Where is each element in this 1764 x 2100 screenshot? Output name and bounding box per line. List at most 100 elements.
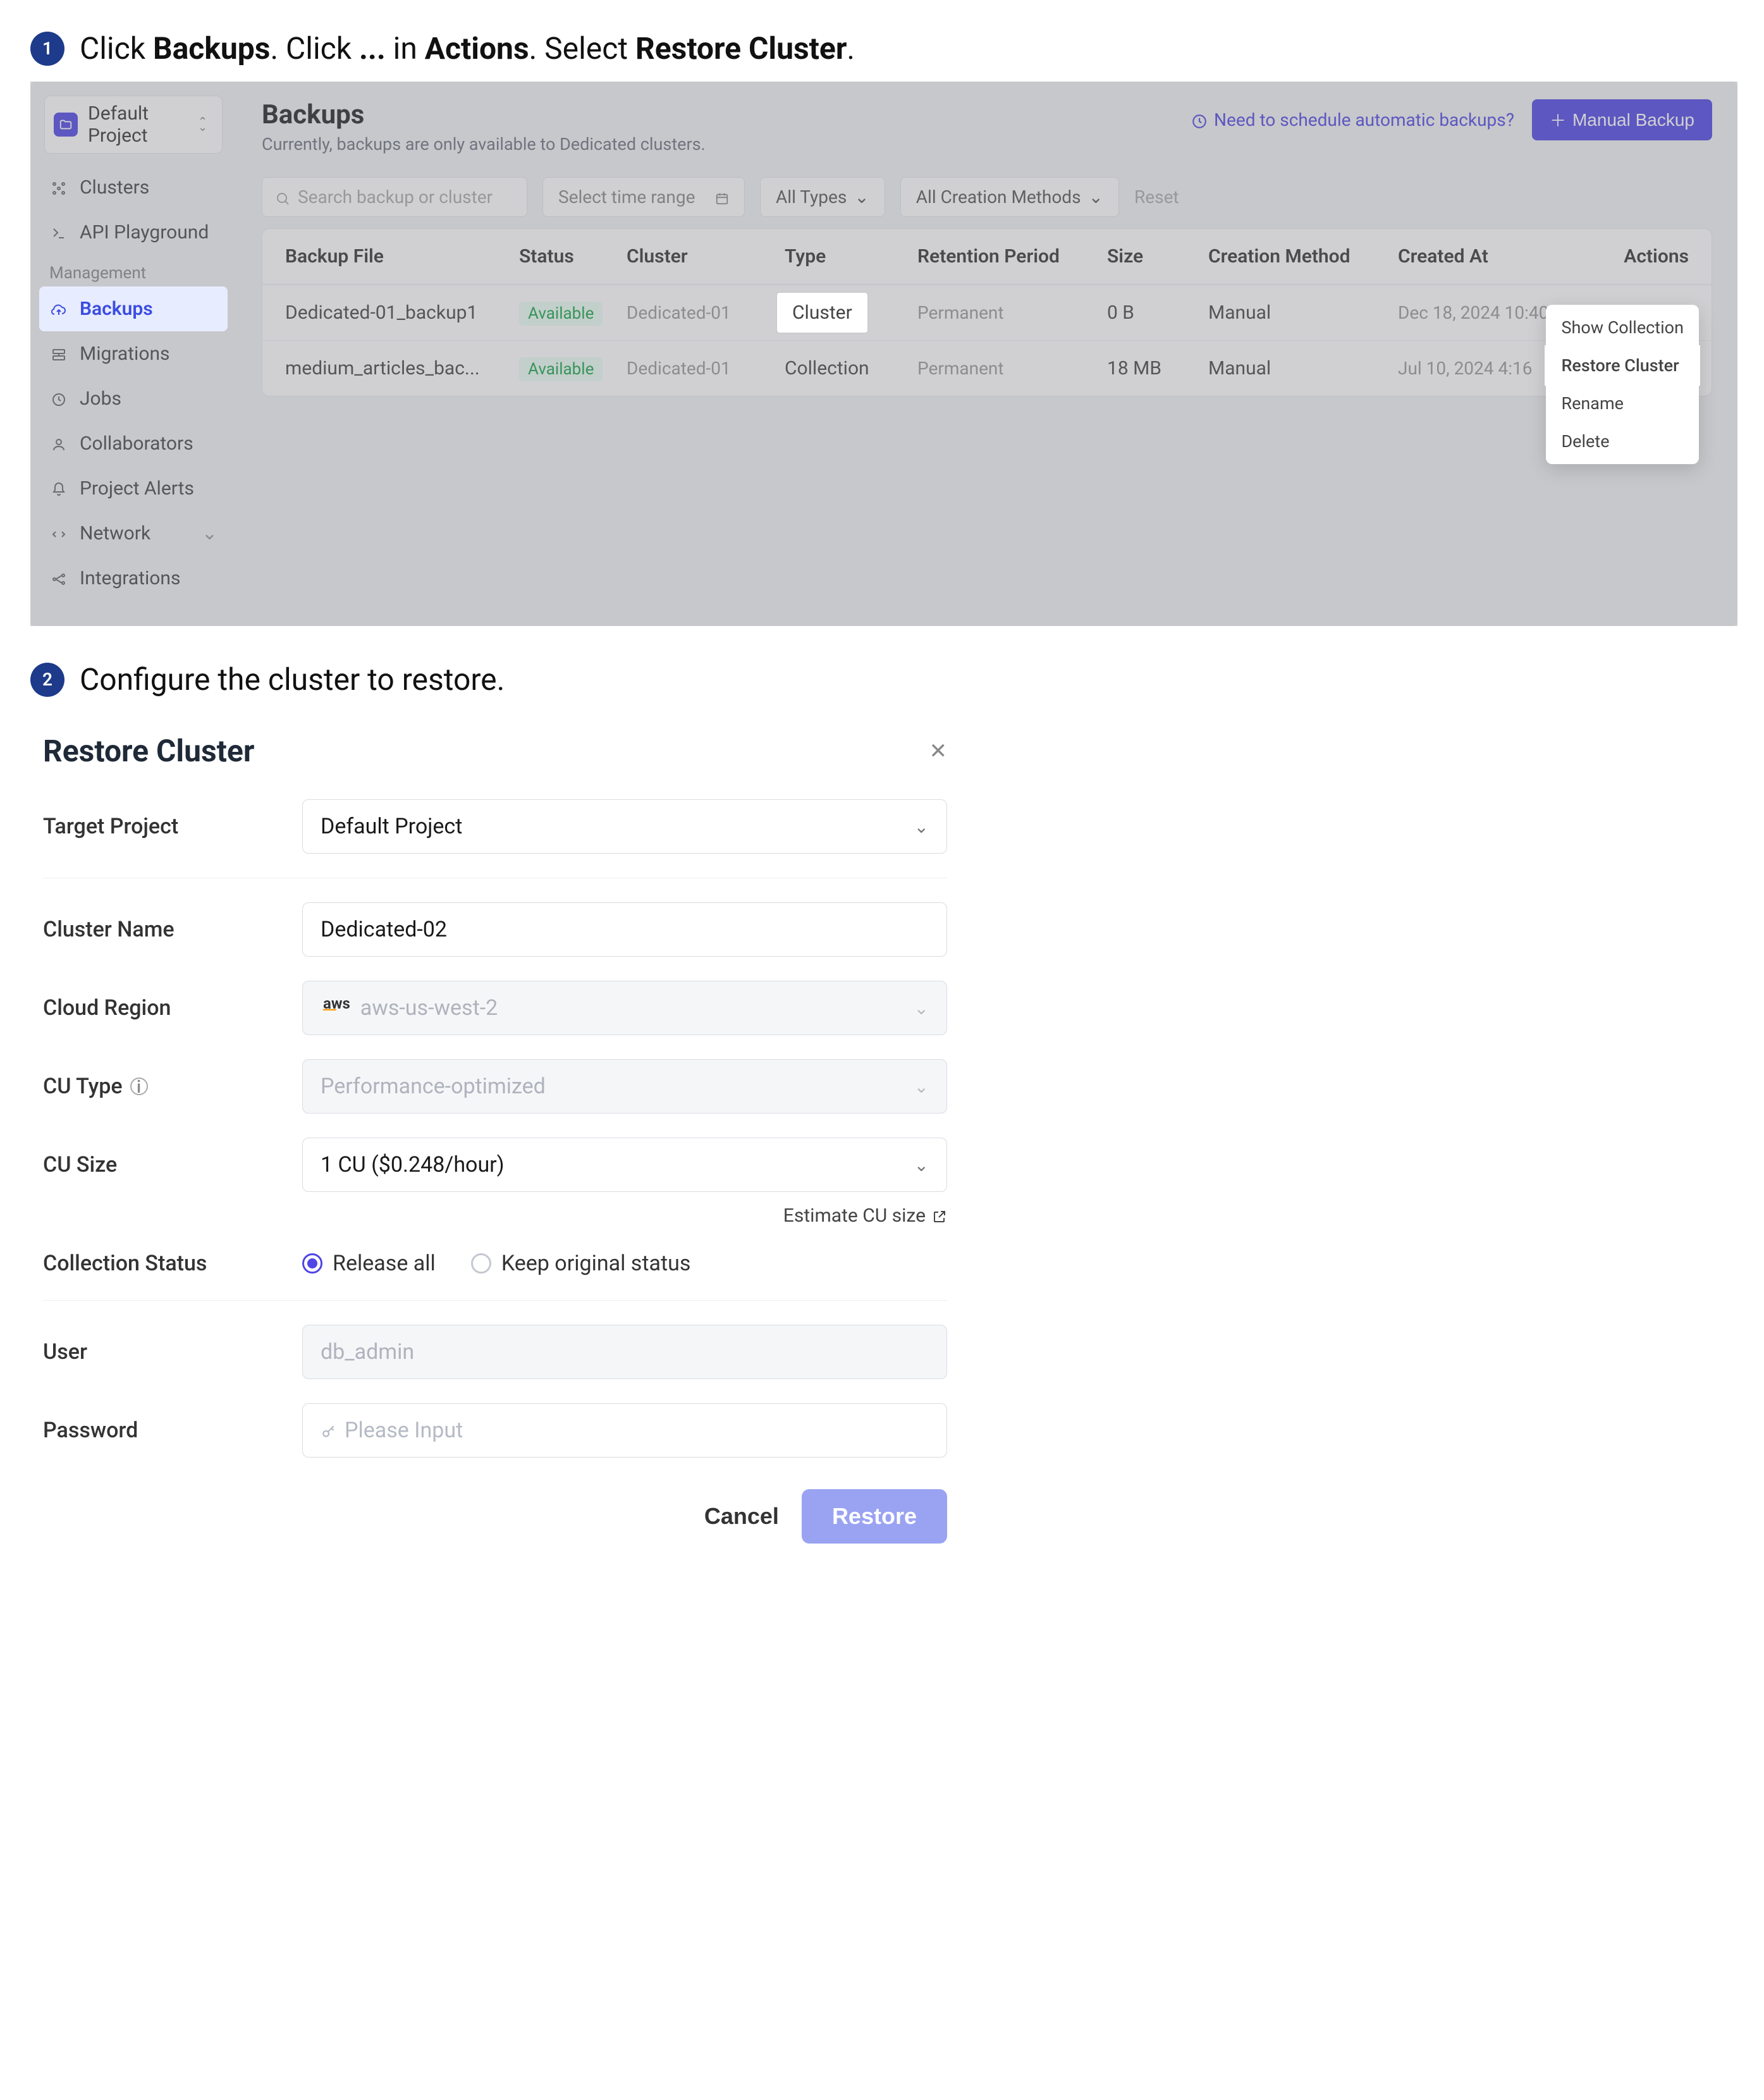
- schedule-backups-link[interactable]: Need to schedule automatic backups?: [1191, 109, 1514, 130]
- aws-icon: aws▔▔: [321, 997, 353, 1019]
- migrate-icon: [49, 343, 68, 365]
- label-password: Password: [43, 1418, 283, 1443]
- table-row: Dedicated-01_backup1 Available Dedicated…: [262, 285, 1712, 340]
- cu-type-select: Performance-optimized ⌄: [302, 1059, 947, 1114]
- status-badge: Available: [519, 357, 603, 381]
- estimate-cu-size-link[interactable]: Estimate CU size: [43, 1205, 947, 1227]
- external-link-icon: [932, 1205, 947, 1227]
- sidebar-item-label: Jobs: [80, 388, 121, 410]
- sidebar-item-project-alerts[interactable]: Project Alerts: [30, 466, 236, 511]
- chevron-down-icon: ⌄: [914, 1076, 929, 1097]
- chevron-down-icon: ⌄: [1089, 187, 1103, 207]
- step-1-header: 1 Click Backups. Click ... in Actions. S…: [30, 30, 1734, 66]
- creation-methods-filter[interactable]: All Creation Methods ⌄: [900, 177, 1119, 217]
- search-input[interactable]: Search backup or cluster: [262, 177, 527, 217]
- clusters-icon: [49, 176, 68, 199]
- project-name: Default Project: [88, 102, 188, 147]
- restore-cluster-dialog: Restore Cluster ✕ Target Project Default…: [30, 713, 960, 1564]
- label-cu-type: CU Type i: [43, 1074, 283, 1099]
- target-project-select[interactable]: Default Project ⌄: [302, 799, 947, 854]
- sidebar-item-label: Network: [80, 522, 150, 544]
- plus-icon: ＋: [1550, 108, 1566, 132]
- sidebar-item-network[interactable]: Network ⌄: [30, 511, 236, 556]
- step-2-text: Configure the cluster to restore.: [80, 661, 505, 697]
- label-target-project: Target Project: [43, 814, 283, 839]
- type-cell-highlight: Cluster: [777, 293, 867, 333]
- menu-delete[interactable]: Delete: [1546, 422, 1699, 460]
- divider: [43, 1300, 947, 1301]
- cloud-region-select: aws▔▔ aws-us-west-2 ⌄: [302, 981, 947, 1035]
- restore-button[interactable]: Restore: [802, 1489, 947, 1544]
- user-icon: [49, 433, 68, 455]
- search-icon: [275, 187, 290, 207]
- label-cloud-region: Cloud Region: [43, 995, 283, 1021]
- menu-rename[interactable]: Rename: [1546, 384, 1699, 422]
- sidebar-section-management: Management: [30, 255, 236, 286]
- step-1-text: Click Backups. Click ... in Actions. Sel…: [80, 30, 855, 66]
- sidebar-item-label: API Playground: [80, 221, 209, 243]
- sidebar: Default Project ⌃⌄ Clusters API Playgrou…: [30, 82, 236, 626]
- sidebar-item-clusters[interactable]: Clusters: [30, 165, 236, 210]
- radio-dot-icon: [471, 1253, 491, 1274]
- menu-restore-cluster[interactable]: Restore Cluster: [1546, 347, 1699, 384]
- cluster-name-input[interactable]: Dedicated-02: [302, 902, 947, 957]
- radio-release-all[interactable]: Release all: [302, 1251, 436, 1276]
- clock-icon: [1191, 109, 1208, 130]
- table-row: medium_articles_bac... Available Dedicat…: [262, 340, 1712, 396]
- cu-size-select[interactable]: 1 CU ($0.248/hour) ⌄: [302, 1138, 947, 1192]
- calendar-icon: [715, 187, 729, 207]
- sidebar-item-label: Clusters: [80, 176, 149, 199]
- sidebar-item-label: Collaborators: [80, 433, 193, 455]
- types-filter[interactable]: All Types ⌄: [760, 177, 885, 217]
- sidebar-item-integrations[interactable]: Integrations: [30, 556, 236, 601]
- chevron-down-icon: ⌄: [854, 187, 869, 207]
- step-1-badge: 1: [30, 32, 64, 66]
- sidebar-item-label: Migrations: [80, 343, 170, 365]
- menu-show-collection[interactable]: Show Collection: [1546, 309, 1699, 347]
- dialog-title: Restore Cluster: [43, 733, 254, 769]
- info-icon[interactable]: i: [130, 1078, 148, 1095]
- step-2-header: 2 Configure the cluster to restore.: [30, 661, 1734, 697]
- terminal-icon: [49, 221, 68, 243]
- chevron-down-icon: ⌄: [202, 522, 217, 544]
- close-icon[interactable]: ✕: [929, 739, 948, 764]
- label-cu-size: CU Size: [43, 1152, 283, 1177]
- backups-main: Need to schedule automatic backups? ＋ Ma…: [236, 82, 1737, 626]
- chevron-down-icon: ⌄: [914, 998, 929, 1019]
- key-icon: [321, 1418, 337, 1443]
- time-range-filter[interactable]: Select time range: [542, 177, 745, 217]
- sidebar-item-backups[interactable]: Backups: [39, 286, 228, 331]
- sidebar-item-jobs[interactable]: Jobs: [30, 376, 236, 421]
- status-badge: Available: [519, 302, 603, 326]
- radio-keep-original[interactable]: Keep original status: [471, 1251, 691, 1276]
- label-cluster-name: Cluster Name: [43, 917, 283, 942]
- project-switcher[interactable]: Default Project ⌃⌄: [44, 95, 223, 154]
- sidebar-item-label: Backups: [80, 298, 153, 320]
- chevron-down-icon: ⌄: [914, 1155, 929, 1176]
- backups-screenshot: Default Project ⌃⌄ Clusters API Playgrou…: [30, 82, 1737, 626]
- backups-table: Backup File Status Cluster Type Retentio…: [262, 228, 1712, 396]
- integrations-icon: [49, 567, 68, 589]
- sidebar-item-api-playground[interactable]: API Playground: [30, 210, 236, 255]
- label-collection-status: Collection Status: [43, 1251, 283, 1276]
- collection-status-radios: Release all Keep original status: [302, 1251, 690, 1276]
- manual-backup-button[interactable]: ＋ Manual Backup: [1532, 99, 1712, 140]
- user-input: db_admin: [302, 1325, 947, 1379]
- label-user: User: [43, 1339, 283, 1365]
- chevron-down-icon: ⌄: [914, 816, 929, 837]
- updown-icon: ⌃⌄: [198, 119, 213, 130]
- alert-icon: [49, 477, 68, 500]
- password-input[interactable]: Please Input: [302, 1403, 947, 1458]
- sidebar-item-label: Project Alerts: [80, 477, 194, 500]
- sidebar-item-label: Integrations: [80, 567, 180, 589]
- sidebar-item-migrations[interactable]: Migrations: [30, 331, 236, 376]
- cancel-button[interactable]: Cancel: [704, 1503, 779, 1530]
- sidebar-item-collaborators[interactable]: Collaborators: [30, 421, 236, 466]
- reset-filters[interactable]: Reset: [1134, 187, 1179, 207]
- row-actions-menu: Show Collection Restore Cluster Rename D…: [1546, 305, 1699, 464]
- folder-icon: [54, 113, 78, 137]
- radio-dot-icon: [302, 1253, 322, 1274]
- cloud-upload-icon: [49, 298, 68, 320]
- clock-icon: [49, 388, 68, 410]
- table-header: Backup File Status Cluster Type Retentio…: [262, 229, 1712, 285]
